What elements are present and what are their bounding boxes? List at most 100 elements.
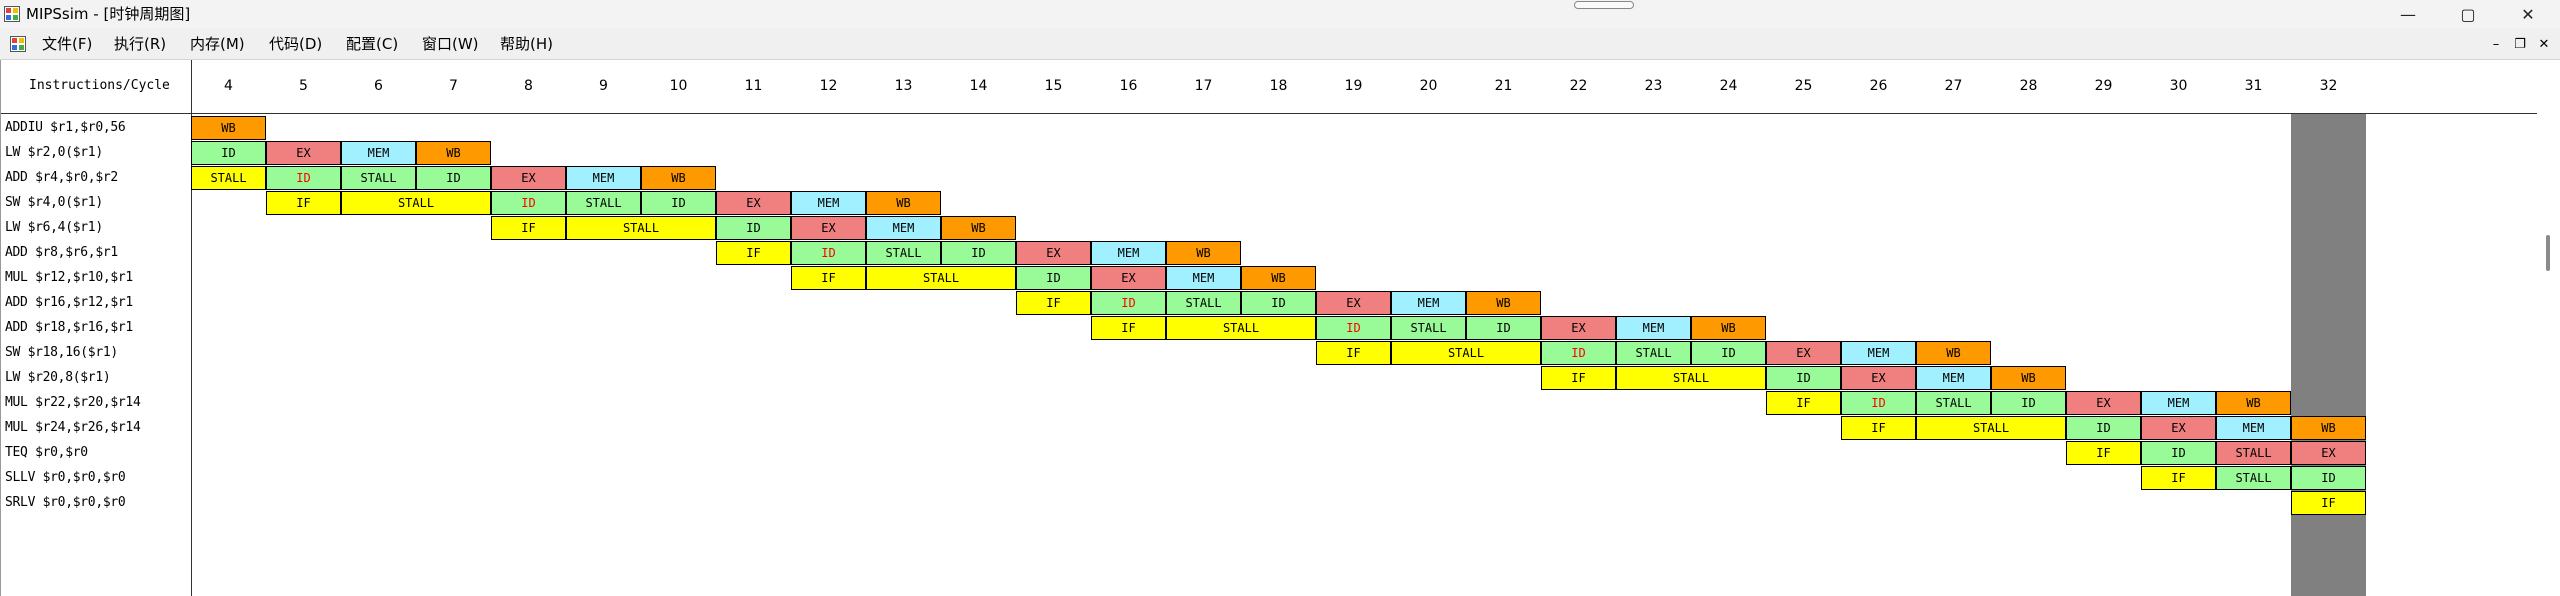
cycle-number: 29 [2094,78,2113,94]
pipeline-cell-ex: EX [1766,341,1841,365]
close-button[interactable]: ✕ [2500,0,2556,28]
pipeline-cell-mem: MEM [2141,391,2216,415]
menu-code[interactable]: 代码(D) [265,33,326,55]
instruction-label: ADD $r16,$r12,$r1 [5,295,133,310]
pipeline-cell-mem: MEM [1391,291,1466,315]
child-minimize-button[interactable]: – [2484,32,2508,56]
child-close-button[interactable]: ✕ [2532,32,2556,56]
pipeline-cell-ex: EX [716,191,791,215]
title-bar[interactable]: MIPSsim - [时钟周期图] — ▢ ✕ [0,0,2560,28]
child-restore-button[interactable]: ❐ [2508,32,2532,56]
menu-file[interactable]: 文件(F) [38,33,96,55]
pipeline-cell-wb: WB [866,191,941,215]
cycle-number: 31 [2244,78,2263,94]
instruction-label: ADD $r4,$r0,$r2 [5,170,118,185]
pipeline-cell-if: IF [1541,366,1616,390]
pipeline-cell-ex: EX [1316,291,1391,315]
scrollbar-thumb[interactable] [2546,235,2550,271]
pipeline-cell-stall: STALL [866,266,1016,290]
cycle-number: 12 [819,78,838,94]
pipeline-cell-if: IF [1841,416,1916,440]
pipeline-cell-if: IF [1016,291,1091,315]
minimize-button[interactable]: — [2380,0,2436,28]
cycle-number: 25 [1794,78,1813,94]
pipeline-cell-wb: WB [191,116,266,140]
cycle-number: 18 [1269,78,1288,94]
cycle-number: 30 [2169,78,2188,94]
pipeline-cell-mem: MEM [791,191,866,215]
pipeline-cell-wb: WB [1241,266,1316,290]
menu-help[interactable]: 帮助(H) [496,33,557,55]
pipeline-cell-id: ID [1841,391,1916,415]
pipeline-cell-wb: WB [1991,366,2066,390]
pipeline-cell-wb: WB [1166,241,1241,265]
pipeline-cell-mem: MEM [1616,316,1691,340]
pipeline-cell-ex: EX [1541,316,1616,340]
cycle-number: 4 [224,78,233,94]
cycle-number: 5 [299,78,308,94]
pipeline-cell-ex: EX [791,216,866,240]
pipeline-cell-id: ID [2066,416,2141,440]
pipeline-cell-id: ID [791,241,866,265]
pipeline-cell-mem: MEM [341,141,416,165]
instruction-label: LW $r20,8($r1) [5,370,111,385]
pipeline-cell-id: ID [941,241,1016,265]
pipeline-cell-if: IF [791,266,866,290]
cycle-number: 24 [1719,78,1738,94]
pipeline-cell-stall: STALL [1616,366,1766,390]
pipeline-cell-if: IF [1766,391,1841,415]
instruction-label: SW $r18,16($r1) [5,345,118,360]
pipeline-cell-ex: EX [266,141,341,165]
pipeline-cell-id: ID [2291,466,2366,490]
cycle-number: 27 [1944,78,1963,94]
pipeline-cell-mem: MEM [1841,341,1916,365]
pipeline-cell-id: ID [191,141,266,165]
header-divider [1,113,2537,114]
pipeline-cell-id: ID [2141,441,2216,465]
cycle-number: 14 [969,78,988,94]
pipeline-cell-id: ID [641,191,716,215]
cycle-number: 22 [1569,78,1588,94]
cycle-number: 8 [524,78,533,94]
pipeline-cell-if: IF [1316,341,1391,365]
pipeline-cell-if: IF [2141,466,2216,490]
pipeline-cell-stall: STALL [1916,391,1991,415]
pipeline-cell-mem: MEM [866,216,941,240]
pipeline-cell-stall: STALL [1391,316,1466,340]
instruction-label: ADD $r18,$r16,$r1 [5,320,133,335]
cycle-number: 19 [1344,78,1363,94]
pipeline-cell-stall: STALL [2216,441,2291,465]
instruction-label: LW $r6,4($r1) [5,220,103,235]
child-window-icon[interactable] [10,36,26,52]
pipeline-cell-ex: EX [491,166,566,190]
pipeline-cell-ex: EX [2066,391,2141,415]
instruction-label: SLLV $r0,$r0,$r0 [5,470,126,485]
pipeline-cell-stall: STALL [566,216,716,240]
pipeline-cell-stall: STALL [1166,291,1241,315]
pipeline-cell-mem: MEM [566,166,641,190]
pipeline-cell-ex: EX [1091,266,1166,290]
title-drag-handle[interactable] [1574,1,1634,9]
pipeline-cell-wb: WB [416,141,491,165]
menu-config[interactable]: 配置(C) [342,33,402,55]
instruction-label: MUL $r12,$r10,$r1 [5,270,133,285]
cycle-number: 11 [744,78,763,94]
cycle-number: 28 [2019,78,2038,94]
vertical-scrollbar[interactable] [2537,60,2560,596]
pipeline-cell-wb: WB [2291,416,2366,440]
menu-memory[interactable]: 内存(M) [186,33,249,55]
corner-header: Instructions/Cycle [29,78,170,93]
pipeline-cell-stall: STALL [341,166,416,190]
pipeline-cell-if: IF [2066,441,2141,465]
window-title: MIPSsim - [时钟周期图] [26,5,191,23]
maximize-button[interactable]: ▢ [2440,0,2496,28]
pipeline-cell-wb: WB [1466,291,1541,315]
cycle-number: 23 [1644,78,1663,94]
pipeline-cell-id: ID [1766,366,1841,390]
instruction-label: SRLV $r0,$r0,$r0 [5,495,126,510]
pipeline-cell-ex: EX [2141,416,2216,440]
menu-run[interactable]: 执行(R) [110,33,170,55]
menu-window[interactable]: 窗口(W) [418,33,483,55]
cycle-number: 15 [1044,78,1063,94]
pipeline-cell-ex: EX [2291,441,2366,465]
